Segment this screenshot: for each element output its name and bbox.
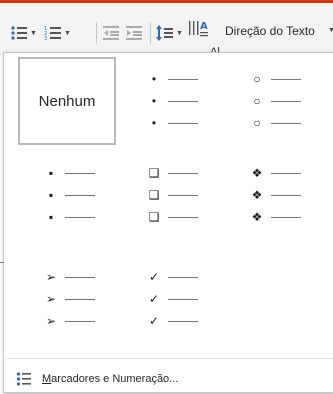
none-label: Nenhum [38,92,96,110]
chevron-down-icon[interactable]: ▼ [176,30,183,37]
bullet-symbol: ❑ [148,166,160,180]
bullet-option-filled-round[interactable]: • • • [123,57,221,145]
chevron-down-icon[interactable]: ▼ [30,30,37,37]
bullet-line [168,320,198,322]
numbered-list-icon: 1 2 3 [44,26,61,41]
bullet-line [65,298,95,300]
bullet-symbol: • [151,94,157,108]
bullet-symbol: ✓ [148,270,160,284]
bullet-list-icon [11,26,27,40]
line-spacing-icon [156,25,173,41]
decrease-indent-icon [103,26,119,40]
bullet-line [168,276,198,278]
text-direction-icon: A [189,21,208,37]
bullet-line [168,194,198,196]
bullet-symbol: ✓ [148,292,160,306]
bullets-button[interactable]: ▼ [10,24,37,42]
bullet-line [168,78,198,80]
bullet-line [65,194,95,196]
bullet-line [271,216,301,218]
bullet-line [271,194,301,196]
bullet-line [271,172,301,174]
text-direction-button[interactable]: A [188,20,210,38]
bullet-symbol: ➢ [45,314,57,328]
bullet-symbol: ▪ [48,188,54,202]
bullet-symbol: ○ [253,72,261,86]
toolbar-separator [96,22,97,44]
bullet-option-none[interactable]: Nenhum [18,57,116,145]
bullets-and-numbering-menu-item[interactable]: Marcadores e Numeração... [4,367,333,391]
bullet-option-arrow[interactable]: ➢ ➢ ➢ [20,255,118,343]
chevron-down-icon[interactable]: ▼ [64,30,71,37]
bullet-option-star[interactable]: ❖ ❖ ❖ [226,151,324,239]
bullet-symbol: ➢ [45,292,57,306]
decrease-indent-button[interactable] [103,24,120,42]
bullet-symbol: ❑ [148,210,160,224]
bullet-line [168,172,198,174]
bullet-line [271,122,301,124]
bullet-symbol: • [151,116,157,130]
bullet-symbol: ✓ [148,314,160,328]
svg-text:A: A [200,21,208,32]
svg-text:3: 3 [44,36,47,41]
bullet-symbol: ❑ [148,188,160,202]
ribbon-accent-line [0,0,333,3]
accelerator-key: M [42,373,52,385]
bullet-option-hollow-round[interactable]: ○ ○ ○ [226,57,324,145]
bullet-option-hollow-square[interactable]: ❑ ❑ ❑ [123,151,221,239]
bullet-line [168,216,198,218]
line-spacing-button[interactable]: ▼ [156,24,183,42]
bullets-gallery-dropdown: Nenhum • • • ○ ○ ○ ▪ ▪ ▪ ❑ ❑ ❑ ❖ ❖ ❖ ➢ ➢… [3,52,333,393]
bullet-symbol: ❖ [251,210,263,224]
increase-indent-button[interactable] [126,24,143,42]
toolbar-separator [150,22,151,44]
footer-label-rest: arcadores e Numeração... [51,373,179,385]
bullet-line [65,320,95,322]
numbering-button[interactable]: 1 2 3 ▼ [44,24,71,42]
bullet-list-icon [16,372,31,386]
bullet-option-checkmark[interactable]: ✓ ✓ ✓ [123,255,221,343]
bullet-line [271,100,301,102]
bullet-symbol: ○ [253,94,261,108]
bullet-line [65,276,95,278]
slide-edge-marker [0,262,4,263]
bullets-and-numbering-label: Marcadores e Numeração... [42,373,178,385]
bullet-line [168,298,198,300]
bullet-symbol: ○ [253,116,261,130]
bullet-symbol: ➢ [45,270,57,284]
bullet-line [271,78,301,80]
bullet-symbol: • [151,72,157,86]
bullet-symbol: ▪ [48,210,54,224]
bullet-line [65,216,95,218]
ribbon-toolbar: ▼ 1 2 3 ▼ ▼ A Direção do Texto ▼ [0,0,333,58]
text-direction-label[interactable]: Direção do Texto [225,24,315,38]
bullet-symbol: ▪ [48,166,54,180]
increase-indent-icon [126,26,142,40]
bullet-symbol: ❖ [251,166,263,180]
bullet-line [65,172,95,174]
bullet-symbol: ❖ [251,188,263,202]
bullet-line [168,100,198,102]
chevron-down-icon[interactable]: ▼ [328,27,333,34]
bullet-line [168,122,198,124]
menu-divider [6,358,333,359]
bullet-option-filled-square[interactable]: ▪ ▪ ▪ [20,151,118,239]
